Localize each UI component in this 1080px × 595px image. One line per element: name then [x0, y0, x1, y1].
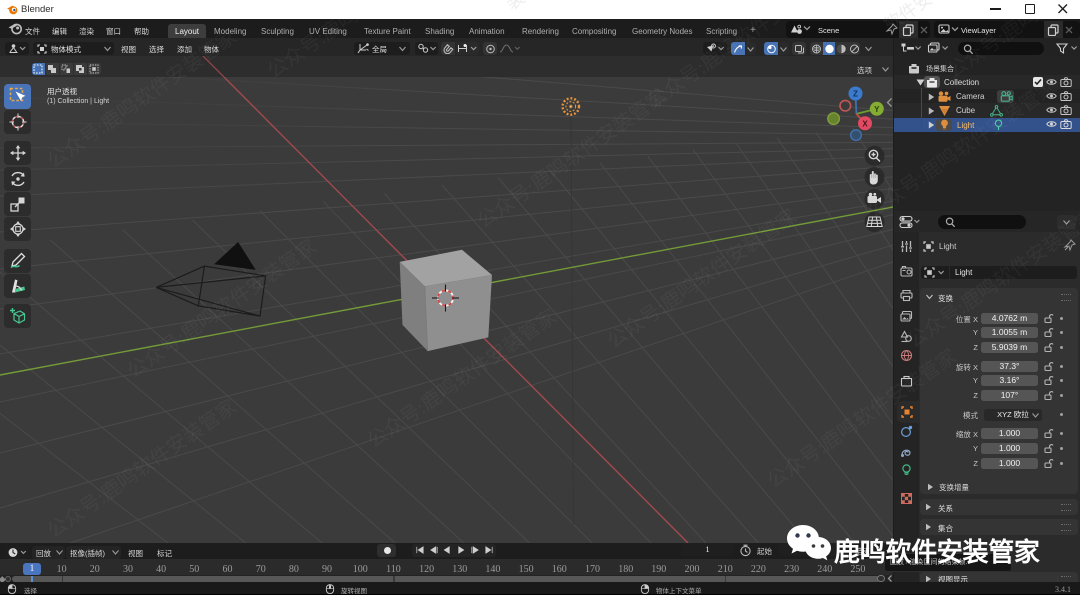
svg-text:X: X — [862, 119, 868, 128]
svg-text:Z: Z — [853, 90, 858, 99]
svg-text:Y: Y — [874, 105, 880, 114]
